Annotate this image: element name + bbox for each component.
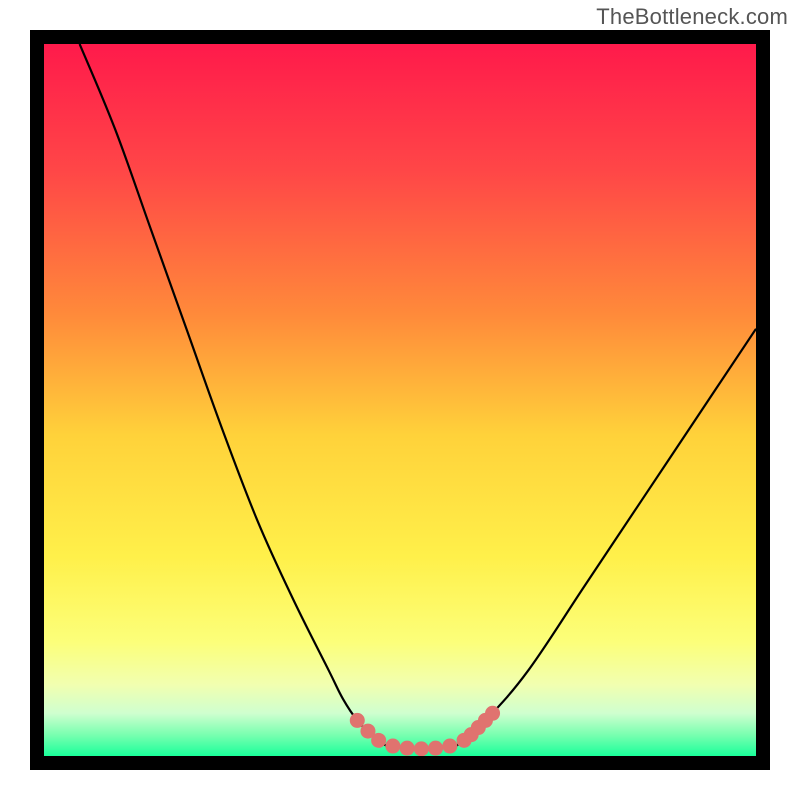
marker-point: [414, 741, 429, 756]
chart-root: TheBottleneck.com: [0, 0, 800, 800]
plot-border: [30, 30, 770, 770]
marker-point: [400, 741, 415, 756]
marker-point: [350, 713, 365, 728]
marker-point: [385, 739, 400, 754]
plot-area: [44, 44, 756, 756]
watermark-text: TheBottleneck.com: [596, 4, 788, 30]
marker-point: [442, 739, 457, 754]
marker-point: [428, 741, 443, 756]
gradient-background: [44, 44, 756, 756]
marker-point: [485, 706, 500, 721]
marker-point: [371, 733, 386, 748]
chart-svg: [44, 44, 756, 756]
